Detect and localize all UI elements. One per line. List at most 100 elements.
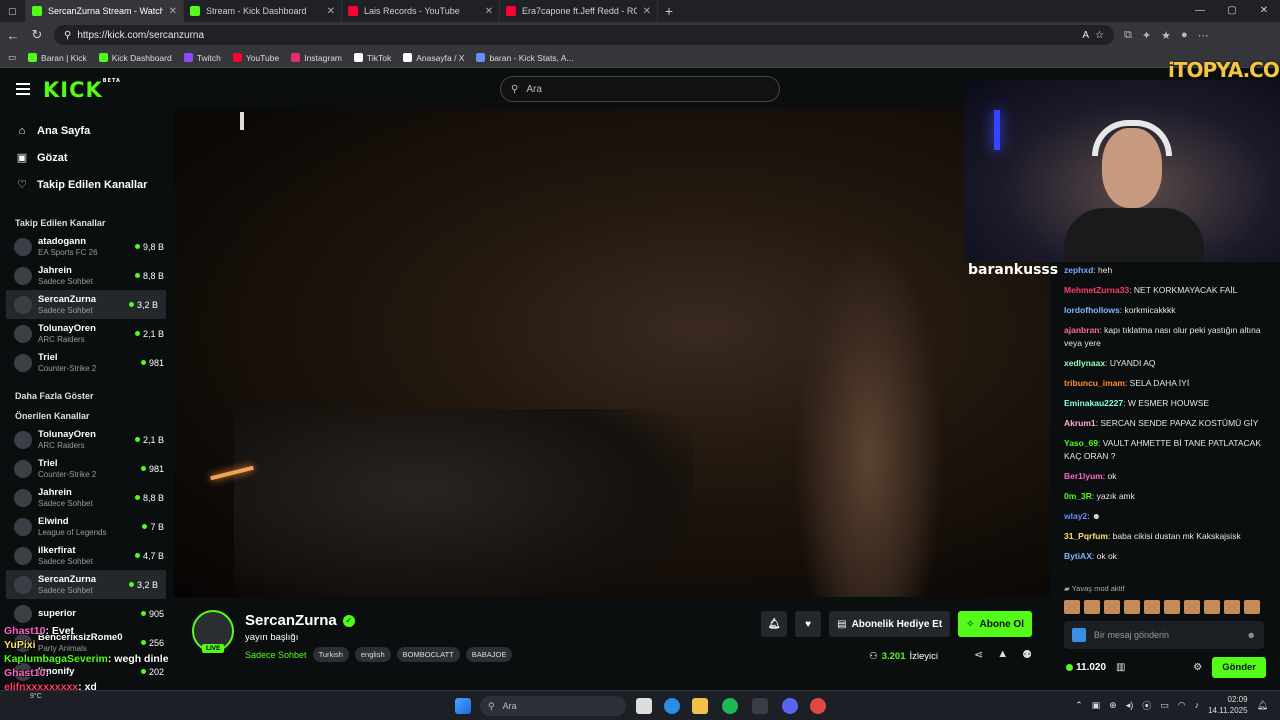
chat-username[interactable]: MehmetZurna33 — [1064, 285, 1129, 295]
chat-username[interactable]: 31_Pqrfum — [1064, 531, 1108, 541]
follow-heart-icon[interactable]: ♥ — [795, 611, 822, 637]
opera-icon[interactable] — [810, 698, 826, 714]
channel-item[interactable]: Triel Counter-Strike 2 981 — [0, 348, 172, 377]
refresh-icon[interactable]: ↻ — [30, 27, 44, 43]
bookmark-item[interactable]: Anasayfa / X — [403, 53, 464, 63]
chat-username[interactable]: xedlynaax — [1064, 358, 1105, 368]
new-tab-button[interactable]: + — [658, 3, 680, 19]
speaker-icon[interactable]: ♪ — [1195, 700, 1200, 710]
channel-item[interactable]: Triel Counter-Strike 2 981 — [0, 454, 172, 483]
gift-sub-button[interactable]: ▤ Abonelik Hediye Et — [829, 611, 951, 637]
chat-username[interactable]: ajanbran — [1064, 325, 1099, 335]
channel-item[interactable]: atadogann EA Sports FC 26 9,8 B — [0, 232, 172, 261]
profile-avatar-icon[interactable]: ● — [1181, 29, 1188, 41]
emote[interactable] — [1144, 600, 1160, 614]
nav-browse[interactable]: ▣ Gözat — [0, 144, 172, 171]
read-aloud-icon[interactable]: A — [1082, 30, 1089, 41]
tray-app-icon[interactable]: ▣ — [1092, 700, 1101, 711]
chat-input[interactable]: Bir mesaj gönderin ☻ — [1064, 621, 1264, 649]
chat-username[interactable]: Yaso_69 — [1064, 438, 1098, 448]
discord-icon[interactable] — [782, 698, 798, 714]
browser-tab[interactable]: SercanZurna Stream - Watch ✕ — [26, 0, 184, 22]
emote[interactable] — [1084, 600, 1100, 614]
channel-points[interactable]: 11.020 — [1066, 662, 1106, 673]
tray-chevron-icon[interactable]: ⌃ — [1075, 700, 1083, 711]
channel-item[interactable]: TolunayOren ARC Raiders 2,1 B — [0, 425, 172, 454]
volume-icon[interactable]: ◂) — [1126, 700, 1134, 711]
network-icon[interactable]: ⊕ — [1109, 700, 1117, 711]
chat-username[interactable]: 0m_3R — [1064, 491, 1092, 501]
emote[interactable] — [1124, 600, 1140, 614]
extensions-icon[interactable]: ⧉ — [1124, 29, 1132, 42]
site-info-icon[interactable]: ⚲ — [64, 30, 71, 41]
subscribe-button[interactable]: ✧ Abone Ol — [958, 611, 1032, 637]
browser-tab[interactable]: Era7capone ft.Jeff Redd - ROMAN ✕ — [500, 0, 658, 22]
channel-item[interactable]: ilkerfirat Sadece Sohbet 4,7 B — [0, 541, 172, 570]
channel-item[interactable]: Jahrein Sadece Sohbet 8,8 B — [0, 261, 172, 290]
window-menu-icon[interactable]: ▢ — [0, 0, 26, 22]
bookmark-item[interactable]: Instagram — [291, 53, 342, 63]
chat-username[interactable]: wlay2 — [1064, 511, 1087, 521]
emote[interactable] — [1244, 600, 1260, 614]
channel-item[interactable]: SercanZurna Sadece Sohbet 3,2 B — [6, 290, 166, 319]
minimize-icon[interactable]: — — [1184, 0, 1216, 22]
clip-icon[interactable]: ⚉ — [1022, 648, 1032, 661]
video-player[interactable] — [174, 109, 1050, 597]
bookmark-item[interactable]: Baran | Kick — [28, 53, 87, 63]
chat-badge-icon[interactable] — [1072, 628, 1086, 642]
bookmark-item[interactable]: YouTube — [232, 53, 279, 63]
tab-close-icon[interactable]: ✕ — [327, 6, 335, 17]
hamburger-menu-icon[interactable] — [16, 83, 30, 98]
chat-username[interactable]: lordofhollows — [1064, 305, 1120, 315]
task-view-icon[interactable] — [636, 698, 652, 714]
channel-item[interactable]: TolunayOren ARC Raiders 2,1 B — [0, 319, 172, 348]
chat-username[interactable]: Akrum1 — [1064, 418, 1096, 428]
stream-category[interactable]: Sadece Sohbet — [245, 650, 307, 660]
stream-tag[interactable]: english — [354, 647, 391, 662]
chat-username[interactable]: tribuncu_imam — [1064, 378, 1125, 388]
back-icon[interactable]: ← — [6, 28, 20, 43]
url-field[interactable]: ⚲ https://kick.com/sercanzurna A ☆ — [54, 25, 1114, 45]
emote[interactable] — [1204, 600, 1220, 614]
emoji-icon[interactable]: ☻ — [1247, 630, 1256, 640]
mic-icon[interactable]: ⦿ — [1142, 699, 1151, 712]
bookmarks-menu-icon[interactable]: ▭ — [8, 52, 16, 63]
rewards-icon[interactable]: ▥ — [1116, 662, 1125, 673]
clock[interactable]: 02:09 14.11.2025 — [1208, 694, 1247, 716]
chat-username[interactable]: Eminakau2227 — [1064, 398, 1123, 408]
bookmark-item[interactable]: Twitch — [183, 53, 221, 63]
send-button[interactable]: Gönder — [1212, 656, 1266, 678]
close-window-icon[interactable]: ✕ — [1248, 0, 1280, 22]
stream-tag[interactable]: Turkish — [312, 647, 349, 662]
chat-username[interactable]: Ber1lyum — [1064, 471, 1103, 481]
stream-tag[interactable]: BABAJOE — [465, 647, 513, 662]
bookmark-item[interactable]: TikTok — [354, 53, 391, 63]
kick-logo[interactable]: KICKBETA — [43, 78, 121, 102]
tab-close-icon[interactable]: ✕ — [485, 6, 493, 17]
bookmark-item[interactable]: baran - Kick Stats, A... — [476, 53, 574, 63]
more-menu-icon[interactable]: ⋯ — [1198, 29, 1209, 42]
notifications-icon[interactable]: 🔔︎ — [1257, 700, 1268, 711]
channel-item[interactable]: Jahrein Sadece Sohbet 8,8 B — [0, 483, 172, 512]
wifi-icon[interactable]: ◠ — [1178, 700, 1186, 711]
channel-item[interactable]: SercanZurna Sadece Sohbet 3,2 B — [6, 570, 166, 599]
display-icon[interactable]: ▭ — [1160, 700, 1169, 711]
bookmark-item[interactable]: Kick Dashboard — [98, 53, 172, 63]
chat-username[interactable]: zephxd — [1064, 265, 1093, 275]
report-icon[interactable]: ▲ — [997, 648, 1008, 661]
nav-following[interactable]: ♡ Takip Edilen Kanallar — [0, 171, 172, 198]
emote[interactable] — [1184, 600, 1200, 614]
file-explorer-icon[interactable] — [692, 698, 708, 714]
start-icon[interactable] — [455, 698, 471, 714]
weather-widget[interactable]: 9°C — [30, 693, 42, 700]
show-more-link[interactable]: Daha Fazla Göster — [0, 387, 172, 405]
chat-username[interactable]: BytiAX — [1064, 551, 1092, 561]
chat-settings-icon[interactable]: ⚙ — [1193, 662, 1202, 673]
favorites-icon[interactable]: ★ — [1161, 29, 1171, 42]
edge-icon[interactable] — [664, 698, 680, 714]
tab-close-icon[interactable]: ✕ — [169, 6, 177, 17]
taskbar-search[interactable]: ⚲ Ara — [480, 696, 626, 716]
share-icon[interactable]: ⋖ — [974, 648, 983, 661]
notification-bell-icon[interactable]: 🔔︎ — [761, 611, 788, 637]
maximize-icon[interactable]: ▢ — [1216, 0, 1248, 22]
